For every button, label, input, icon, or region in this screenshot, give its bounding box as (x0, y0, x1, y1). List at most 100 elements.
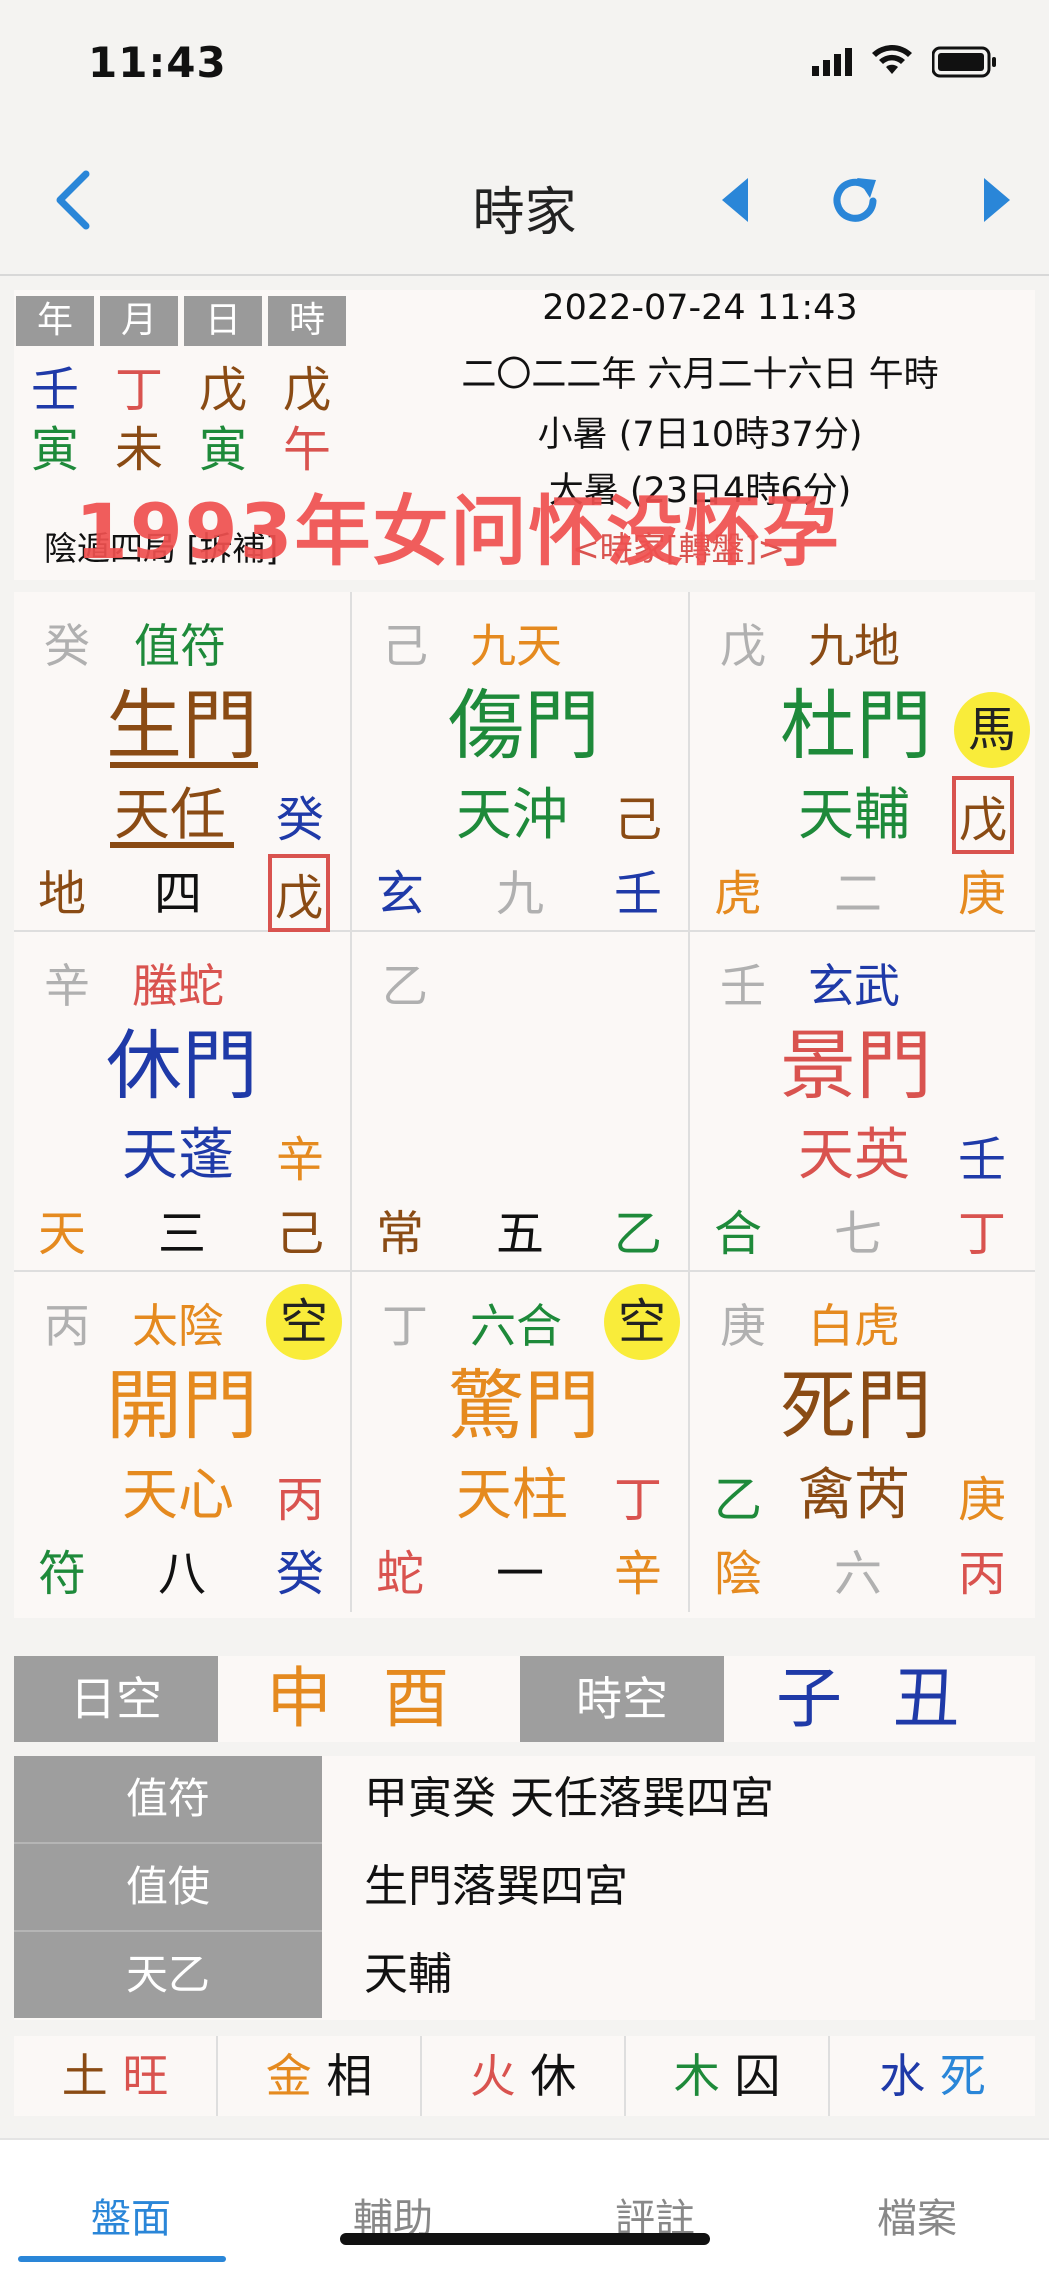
wuxing-state: 死 (939, 2049, 986, 2103)
palace-earth-stem: 辛 (614, 1546, 663, 1602)
tab-dangan[interactable]: 檔案 (786, 2186, 1048, 2244)
palace-deity: 天 (38, 1206, 87, 1262)
palace-gate: 傷門 (448, 681, 600, 770)
palace-cell[interactable]: 壬 玄武 景門 天英 壬 合 七 丁 (690, 932, 1035, 1272)
next-button[interactable] (982, 176, 1012, 228)
palace-cell[interactable]: 庚 白虎 死門 乙 禽芮 庚 陰 六 丙 (690, 1272, 1035, 1612)
palace-star: 天英 (798, 1123, 910, 1188)
palace-sky-stem: 己 (614, 792, 663, 848)
wuxing-cell: 水 死 (830, 2036, 1035, 2116)
hour-void-label: 時空 (520, 1656, 724, 1742)
palace-sky-stem: 戊 (952, 776, 1015, 854)
refresh-icon (833, 178, 877, 222)
palace-earth-stem: 丁 (958, 1206, 1007, 1262)
palace-number: 三 (158, 1206, 207, 1262)
palace-earth-stem: 丙 (958, 1546, 1007, 1602)
wuxing-state: 休 (530, 2049, 577, 2103)
palace-cell-center[interactable]: 乙 常 五 乙 (352, 932, 690, 1272)
tab-panmian[interactable]: 盤面 (0, 2186, 262, 2244)
palace-stem: 戊 (720, 619, 766, 673)
horse-badge: 馬 (954, 692, 1030, 768)
palace-stem: 乙 (382, 959, 428, 1013)
wuxing-cell: 火 休 (422, 2036, 626, 2116)
palace-sky-stem: 庚 (958, 1472, 1007, 1528)
palace-deity: 虎 (714, 866, 763, 922)
palace-sky-stem: 壬 (958, 1132, 1007, 1188)
palace-star: 禽芮 (798, 1463, 910, 1528)
table-value: 天輔 (364, 1949, 452, 2000)
refresh-button[interactable] (826, 172, 884, 234)
palace-earth-stem: 戊 (268, 854, 331, 932)
palace-sky-stem: 辛 (276, 1132, 325, 1188)
palace-deity: 玄 (376, 866, 425, 922)
palace-grid: 癸 值符 生門 天任 癸 地 四 戊 己 九天 傷門 天沖 己 玄 九 壬 戊 … (14, 592, 1035, 1618)
palace-deity: 合 (714, 1206, 763, 1262)
palace-cell[interactable]: 癸 值符 生門 天任 癸 地 四 戊 (14, 592, 352, 932)
palace-star: 天輔 (798, 783, 910, 848)
palace-cell[interactable]: 丁 六合 空 驚門 天柱 丁 蛇 一 辛 (352, 1272, 690, 1612)
palace-number: 五 (496, 1206, 545, 1262)
wuxing-element: 火 (469, 2049, 516, 2103)
table-value: 生門落巽四宮 (364, 1861, 628, 1912)
palace-number: 四 (154, 866, 203, 922)
palace-earth-stem: 庚 (958, 866, 1007, 922)
palace-stem: 庚 (720, 1299, 766, 1353)
palace-earth-stem: 癸 (276, 1546, 325, 1602)
palace-star: 天柱 (456, 1463, 568, 1528)
palace-cell[interactable]: 己 九天 傷門 天沖 己 玄 九 壬 (352, 592, 690, 932)
wuxing-element: 木 (673, 2049, 720, 2103)
wuxing-state: 旺 (122, 2049, 169, 2103)
palace-stem: 辛 (44, 959, 90, 1013)
datetime: 2022-07-24 11:43 (542, 288, 858, 328)
signal-icon (812, 46, 856, 80)
palace-gate: 杜門 (780, 681, 932, 770)
palace-earth-stem: 己 (276, 1206, 325, 1262)
triangle-right-icon (984, 178, 1010, 222)
wuxing-element: 金 (265, 2049, 312, 2103)
palace-cell[interactable]: 戊 九地 杜門 馬 天輔 戊 虎 二 庚 (690, 592, 1035, 932)
palace-cell[interactable]: 丙 太陰 空 開門 天心 丙 符 八 癸 (14, 1272, 352, 1612)
lunar-date: 二〇二二年 六月二十六日 午時 (461, 355, 939, 395)
palace-gate: 驚門 (448, 1361, 600, 1450)
wuxing-element: 水 (879, 2049, 926, 2103)
void-badge: 空 (266, 1284, 342, 1360)
solar-term-1: 小暑 (7日10時37分) (537, 415, 863, 455)
palace-stem: 丁 (382, 1299, 428, 1353)
wuxing-state: 相 (326, 2049, 373, 2103)
palace-number: 七 (834, 1206, 883, 1262)
prev-button[interactable] (720, 176, 750, 228)
table-label: 值使 (14, 1844, 322, 1932)
active-tab-indicator (18, 2256, 226, 2262)
palace-number: 六 (834, 1546, 883, 1602)
palace-deity: 地 (38, 866, 87, 922)
palace-cell[interactable]: 辛 螣蛇 休門 天蓬 辛 天 三 己 (14, 932, 352, 1272)
wuxing-cell: 金 相 (218, 2036, 422, 2116)
wifi-icon (870, 42, 914, 80)
void-badge: 空 (604, 1284, 680, 1360)
wuxing-bar: 土 旺 金 相 火 休 木 囚 水 死 (14, 2036, 1035, 2116)
pillar-label: 年 (16, 296, 94, 346)
palace-earth-stem: 乙 (614, 1206, 663, 1262)
palace-number: 二 (834, 866, 883, 922)
palace-star: 天心 (122, 1463, 234, 1528)
palace-ji-stem: 乙 (714, 1472, 763, 1528)
palace-sky-stem: 丙 (276, 1472, 325, 1528)
palace-deity: 符 (38, 1546, 87, 1602)
home-indicator[interactable] (340, 2233, 710, 2245)
palace-stem: 丙 (44, 1299, 90, 1353)
palace-stem: 壬 (720, 959, 766, 1013)
wuxing-cell: 土 旺 (14, 2036, 218, 2116)
gate-underline (110, 762, 258, 768)
hour-void-value: 子 丑 (776, 1660, 959, 1737)
day-void-value: 申 酉 (266, 1660, 449, 1737)
palace-number: 九 (496, 866, 545, 922)
palace-gate: 開門 (106, 1361, 258, 1450)
day-void-label: 日空 (14, 1656, 218, 1742)
table-value: 甲寅癸 天任落巽四宮 (364, 1773, 774, 1824)
page-title: 時家 (472, 183, 577, 243)
palace-sky-stem: 丁 (614, 1472, 663, 1528)
palace-star: 天蓬 (122, 1123, 234, 1188)
palace-deity: 常 (376, 1206, 425, 1262)
palace-stem: 己 (382, 619, 428, 673)
wuxing-state: 囚 (734, 2049, 781, 2103)
